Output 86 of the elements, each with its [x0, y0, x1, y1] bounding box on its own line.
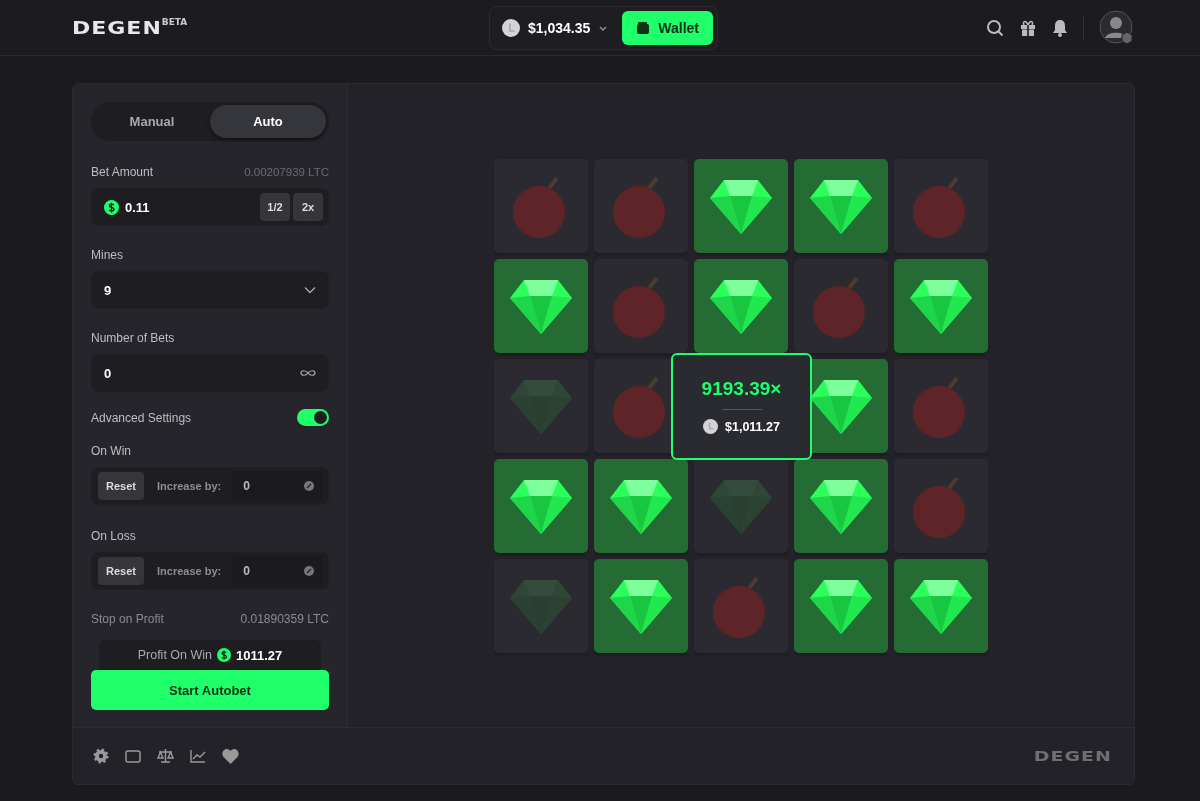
gift-icon[interactable]	[1019, 18, 1037, 37]
window-icon[interactable]	[125, 749, 141, 763]
multiplier-text: 9193.39×	[701, 378, 782, 400]
gem-icon	[610, 477, 672, 534]
gem-icon	[510, 377, 572, 434]
number-of-bets-field[interactable]: 0	[91, 354, 329, 392]
heart-icon[interactable]	[222, 748, 239, 764]
tile[interactable]	[794, 558, 888, 653]
settings-icon[interactable]	[93, 748, 109, 764]
gem-icon	[810, 377, 872, 434]
conversion-text: 0.01890359 LTC	[240, 612, 329, 626]
gem-icon	[810, 177, 872, 234]
coin-icon	[502, 18, 520, 37]
tile[interactable]	[894, 558, 988, 653]
tile[interactable]	[594, 458, 688, 553]
bell-icon[interactable]	[1052, 18, 1068, 37]
tile[interactable]	[894, 458, 988, 553]
tile[interactable]	[494, 258, 588, 353]
beta-label: BETA	[161, 17, 188, 27]
dollar-icon	[217, 648, 231, 662]
reset-button[interactable]: Reset	[98, 472, 144, 500]
start-autobet-button[interactable]: Start Autobet	[91, 670, 329, 710]
percent-icon	[304, 481, 314, 491]
gem-icon	[610, 577, 672, 634]
tile[interactable]	[494, 158, 588, 253]
balance-selector[interactable]: $1,034.35	[502, 18, 609, 37]
percent-icon	[304, 566, 314, 576]
field-label: Stop on Profit	[91, 612, 164, 626]
logo[interactable]: DEGEN	[72, 17, 162, 38]
tile[interactable]	[794, 258, 888, 353]
gem-icon	[710, 477, 772, 534]
tile[interactable]	[894, 358, 988, 453]
mode-tab[interactable]: Manual	[94, 105, 210, 138]
tile[interactable]	[794, 458, 888, 553]
field-label: Bet Amount	[91, 165, 154, 179]
tile[interactable]	[494, 458, 588, 553]
bet-multiplier-button[interactable]: 1/2	[260, 193, 290, 221]
tile[interactable]	[894, 158, 988, 253]
gem-icon	[510, 477, 572, 534]
gem-icon	[910, 577, 972, 634]
dollar-icon	[104, 199, 119, 215]
infinity-icon	[300, 369, 316, 377]
tile[interactable]	[694, 258, 788, 353]
increase-label: Increase by:	[157, 480, 222, 492]
field-label: Advanced Settings	[91, 410, 192, 425]
chevron-down-icon	[304, 286, 316, 294]
toggle-switch[interactable]	[297, 409, 329, 426]
bet-amount-field[interactable]: 0.11 1/2 2x	[91, 188, 329, 226]
tile[interactable]	[694, 458, 788, 553]
search-icon[interactable]	[986, 18, 1004, 37]
tile[interactable]	[694, 158, 788, 253]
scales-icon[interactable]	[157, 748, 174, 764]
section-label: On Win	[91, 444, 132, 458]
section-label: On Loss	[91, 529, 137, 543]
gem-icon	[510, 277, 572, 334]
profit-value: 1011.27	[236, 647, 283, 663]
wallet-icon	[636, 20, 651, 35]
tile[interactable]	[594, 258, 688, 353]
tile[interactable]	[894, 258, 988, 353]
avatar-icon[interactable]	[1099, 9, 1135, 46]
field-label: Mines	[91, 248, 124, 262]
gem-icon	[510, 577, 572, 634]
profit-label: Profit On Win	[137, 648, 212, 662]
conversion-text: 0.00207939 LTC	[244, 166, 329, 178]
gem-icon	[710, 277, 772, 334]
mode-tab[interactable]: Auto	[210, 105, 326, 138]
gem-icon	[910, 277, 972, 334]
tile[interactable]	[794, 158, 888, 253]
payout-text: $1,011.27	[725, 419, 780, 434]
tile[interactable]	[694, 558, 788, 653]
logo: DEGEN	[1033, 747, 1112, 765]
tile[interactable]	[594, 558, 688, 653]
reset-button[interactable]: Reset	[98, 557, 144, 585]
bet-multiplier-button[interactable]: 2x	[293, 193, 323, 221]
increase-label: Increase by:	[157, 565, 222, 577]
tile[interactable]	[494, 558, 588, 653]
field-label: Number of Bets	[91, 331, 176, 345]
mines-dropdown[interactable]: 9	[91, 271, 329, 309]
tile[interactable]	[494, 358, 588, 453]
gem-icon	[810, 577, 872, 634]
wallet-button[interactable]: Wallet	[622, 10, 713, 45]
chart-icon[interactable]	[190, 749, 206, 763]
tile[interactable]	[594, 158, 688, 253]
coin-icon	[703, 419, 719, 434]
gem-icon	[710, 177, 772, 234]
gem-icon	[810, 477, 872, 534]
